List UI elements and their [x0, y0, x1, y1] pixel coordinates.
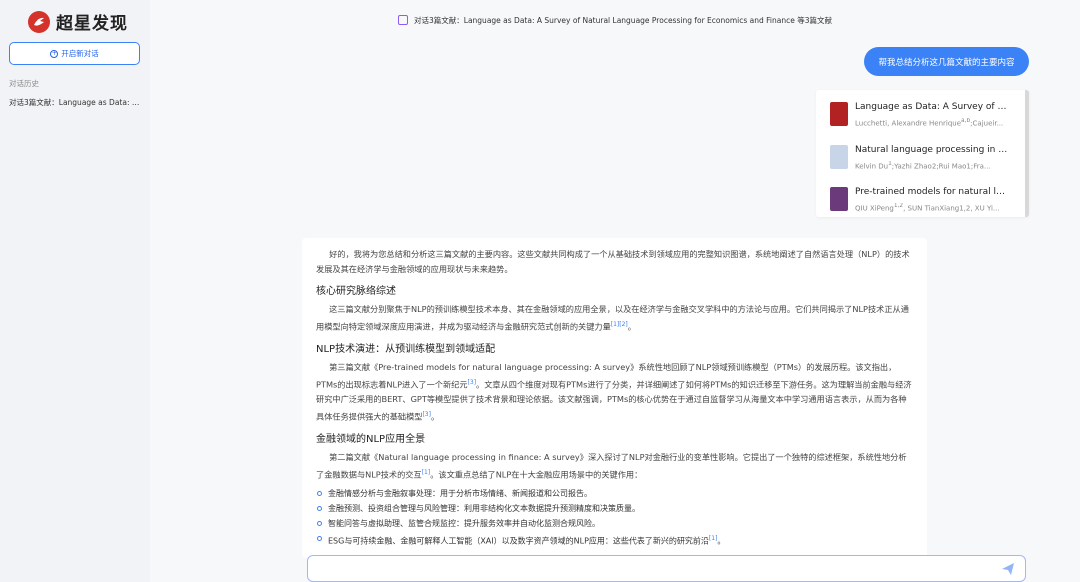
send-icon[interactable] — [1001, 562, 1015, 576]
history-label: 对话历史 — [9, 79, 39, 88]
citation-link[interactable]: [1] — [709, 535, 718, 542]
bullet-list: 金融情感分析与金融叙事处理：用于分析市场情绪、新闻报道和公司报告。 金融预测、投… — [316, 486, 913, 549]
file-item[interactable]: Language as Data: A Survey of Nat... Luc… — [830, 100, 1010, 130]
citation-link[interactable]: [1][2] — [611, 321, 628, 328]
document-icon — [398, 15, 408, 25]
assistant-answer: 好的，我将为您总结和分析这三篇文献的主要内容。这些文献共同构成了一个从基础技术到… — [302, 238, 927, 558]
citation-link[interactable]: [3] — [468, 379, 477, 386]
file-authors: Lucchetti, Alexandre Henriquea,b;Cajueir… — [855, 118, 1004, 128]
citation-link[interactable]: [3] — [422, 411, 431, 418]
file-title: Natural language processing in fin... — [855, 145, 1010, 155]
file-title: Language as Data: A Survey of Nat... — [855, 102, 1010, 112]
answer-paragraph: 这三篇文献分别聚焦于NLP的预训练模型技术本身、其在金融领域的应用全景，以及在经… — [316, 304, 909, 332]
pdf-thumbnail-icon — [830, 187, 848, 211]
section-heading: 核心研究脉络综述 — [316, 286, 396, 297]
list-item: 金融情感分析与金融叙事处理：用于分析市场情绪、新闻报道和公司报告。 — [316, 486, 913, 501]
file-title: Pre-trained models for natural lan... — [855, 187, 1010, 197]
user-message: 帮我总结分析这几篇文献的主要内容 — [864, 47, 1029, 76]
list-item: 智能问答与虚拟助理、监管合规监控：提升服务效率并自动化监测合规风险。 — [316, 516, 913, 531]
history-item[interactable]: 对话3篇文献：Language as Data: A ... — [9, 97, 144, 108]
answer-paragraph: 第三篇文献《Pre-trained models for natural lan… — [316, 361, 912, 423]
plus-icon: + — [50, 49, 59, 58]
new-chat-button[interactable]: + 开启新对话 — [9, 42, 140, 65]
list-item: ESG与可持续金融、金融可解释人工智能（XAI）以及数字资产领域的NLP应用：这… — [316, 531, 913, 549]
attached-files-card: Language as Data: A Survey of Nat... Luc… — [816, 90, 1029, 217]
file-authors: Kelvin Du1;Yazhi Zhao2;Rui Mao1;Fra... — [855, 161, 991, 171]
logo[interactable]: 超星发现 — [28, 9, 128, 34]
pdf-thumbnail-icon — [830, 102, 848, 126]
main-panel: 对话3篇文献：Language as Data: A Survey of Nat… — [150, 0, 1080, 582]
section-heading: 金融领域的NLP应用全景 — [316, 434, 426, 446]
logo-text: 超星发现 — [56, 14, 128, 34]
file-item[interactable]: Pre-trained models for natural lan... QI… — [830, 185, 1010, 215]
chat-input[interactable] — [307, 555, 1026, 582]
logo-icon — [28, 10, 50, 33]
conversation-title: 对话3篇文献：Language as Data: A Survey of Nat… — [414, 15, 832, 25]
sidebar: 超星发现 + 开启新对话 对话历史 对话3篇文献：Language as Dat… — [0, 0, 150, 582]
answer-intro: 好的，我将为您总结和分析这三篇文献的主要内容。这些文献共同构成了一个从基础技术到… — [316, 249, 910, 274]
list-item: 金融预测、投资组合管理与风险管理：利用非结构化文本数据提升预测精度和决策质量。 — [316, 501, 913, 516]
new-chat-label: 开启新对话 — [61, 49, 99, 58]
citation-link[interactable]: [1] — [422, 469, 431, 476]
conversation-header: 对话3篇文献：Language as Data: A Survey of Nat… — [150, 0, 1080, 40]
pdf-thumbnail-icon — [830, 145, 848, 169]
section-heading: NLP技术演进：从预训练模型到领域适配 — [316, 343, 496, 355]
file-authors: QIU XiPeng1,2, SUN TianXiang1,2, XU Yi..… — [855, 203, 1000, 213]
file-item[interactable]: Natural language processing in fin... Ke… — [830, 143, 1010, 173]
answer-paragraph: 第二篇文献《Natural language processing in fin… — [316, 452, 907, 480]
